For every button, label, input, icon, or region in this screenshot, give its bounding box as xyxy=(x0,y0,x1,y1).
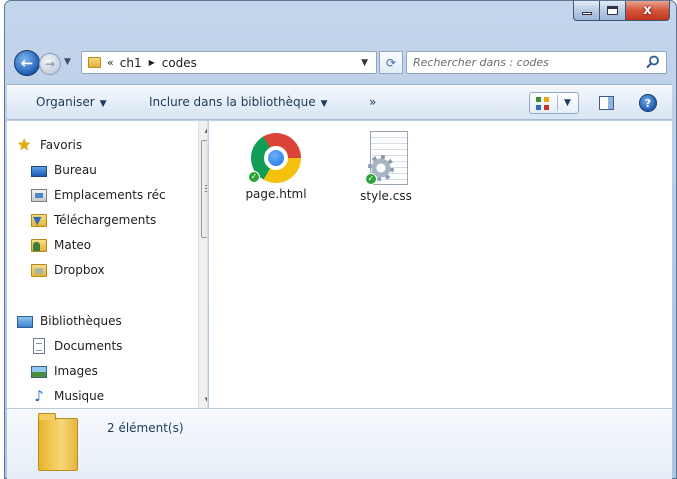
command-bar: Organiser ▼ Inclure dans la bibliothèque ▼… xyxy=(7,84,672,120)
chrome-html-file-icon: ✓ xyxy=(248,133,301,183)
back-button[interactable]: ← xyxy=(14,50,40,76)
more-commands-button[interactable]: » xyxy=(369,95,376,109)
nav-favorites-label: Favoris xyxy=(40,138,83,152)
close-button[interactable]: x xyxy=(626,1,670,21)
file-name: page.html xyxy=(245,187,307,201)
minimize-button[interactable] xyxy=(573,1,600,21)
breadcrumb-overflow[interactable]: « xyxy=(107,56,114,69)
nav-item-label: Documents xyxy=(54,339,123,353)
address-dropdown[interactable]: ▼ xyxy=(361,58,368,68)
images-icon xyxy=(31,366,47,378)
recent-pages-dropdown[interactable]: ▼ xyxy=(64,57,71,67)
nav-item-label: Téléchargements xyxy=(54,213,157,227)
help-button[interactable]: ? xyxy=(639,94,657,112)
folder-icon xyxy=(88,57,101,68)
nav-item-label: Musique xyxy=(54,389,105,403)
caption-buttons: x xyxy=(573,1,670,21)
chevron-down-icon: ▼ xyxy=(320,99,328,109)
sync-ok-icon: ✓ xyxy=(248,171,260,183)
close-icon: x xyxy=(643,3,652,18)
sync-ok-icon: ✓ xyxy=(365,173,377,185)
organize-label: Organiser xyxy=(36,95,95,109)
search-icon[interactable] xyxy=(646,55,660,69)
nav-item-documents[interactable]: Documents xyxy=(31,337,122,355)
views-icon xyxy=(536,96,549,110)
scrollbar-thumb[interactable] xyxy=(201,140,207,238)
scroll-up-button[interactable]: ▲ xyxy=(199,121,207,138)
recent-places-icon xyxy=(31,188,47,202)
nav-favorites[interactable]: ★ Favoris xyxy=(17,136,82,154)
music-icon: ♪ xyxy=(34,387,44,405)
scroll-down-button[interactable]: ▼ xyxy=(199,391,207,408)
breadcrumb-codes[interactable]: codes xyxy=(162,56,197,70)
include-in-library-menu[interactable]: Inclure dans la bibliothèque ▼ xyxy=(149,95,328,109)
organize-menu[interactable]: Organiser ▼ xyxy=(36,95,107,109)
file-list: ✓ page.html ✓ style.css xyxy=(209,121,672,408)
breadcrumb-arrow-icon[interactable]: ▶ xyxy=(149,58,155,67)
item-count: 2 élément(s) xyxy=(107,421,184,435)
nav-item-label: Images xyxy=(54,364,98,378)
forward-button[interactable]: → xyxy=(39,53,61,75)
help-icon: ? xyxy=(644,96,652,110)
minimize-icon xyxy=(581,12,592,15)
documents-icon xyxy=(33,338,45,354)
forward-arrow-icon: → xyxy=(44,57,56,71)
libraries-icon xyxy=(17,316,33,328)
navigation-pane: ★ Favoris Bureau Emplacements réc Téléch… xyxy=(7,121,208,408)
nav-item-downloads[interactable]: Téléchargements xyxy=(31,211,156,229)
breadcrumb-ch1[interactable]: ch1 xyxy=(120,56,142,70)
nav-libraries-label: Bibliothèques xyxy=(40,314,122,328)
file-name: style.css xyxy=(360,189,412,203)
view-options-dropdown[interactable]: ▼ xyxy=(564,98,571,108)
dropbox-folder-icon xyxy=(31,264,47,277)
maximize-button[interactable] xyxy=(600,1,626,21)
search-box[interactable] xyxy=(406,51,667,74)
file-item-page-html[interactable]: ✓ page.html xyxy=(231,133,321,201)
nav-item-mateo[interactable]: Mateo xyxy=(31,236,91,254)
navigation-scrollbar[interactable]: ▲ ▼ xyxy=(198,121,207,408)
user-folder-icon xyxy=(31,239,47,252)
downloads-folder-icon xyxy=(31,214,47,227)
nav-item-dropbox[interactable]: Dropbox xyxy=(31,261,105,279)
file-item-style-css[interactable]: ✓ style.css xyxy=(341,131,431,203)
back-arrow-icon: ← xyxy=(20,54,34,72)
desktop-icon xyxy=(31,166,47,177)
refresh-button[interactable]: ⟳ xyxy=(379,51,403,74)
nav-item-label: Emplacements réc xyxy=(54,188,166,202)
include-label: Inclure dans la bibliothèque xyxy=(149,95,316,109)
css-file-icon: ✓ xyxy=(364,131,408,187)
folder-icon xyxy=(38,413,78,471)
nav-libraries[interactable]: Bibliothèques xyxy=(17,312,122,330)
nav-item-label: Bureau xyxy=(54,163,97,177)
nav-item-label: Dropbox xyxy=(54,263,105,277)
maximize-icon xyxy=(607,6,618,15)
nav-item-bureau[interactable]: Bureau xyxy=(31,161,97,179)
address-bar[interactable]: « ch1 ▶ codes ▼ xyxy=(81,51,377,74)
nav-item-music[interactable]: ♪ Musique xyxy=(31,387,104,405)
preview-pane-button[interactable] xyxy=(599,96,614,110)
star-icon: ★ xyxy=(17,135,32,154)
nav-item-label: Mateo xyxy=(54,238,92,252)
search-input[interactable] xyxy=(407,52,639,73)
refresh-icon: ⟳ xyxy=(385,55,397,70)
more-label: » xyxy=(369,95,377,109)
details-pane: 2 élément(s) xyxy=(7,408,672,479)
nav-item-recent-places[interactable]: Emplacements réc xyxy=(31,186,166,204)
nav-item-images[interactable]: Images xyxy=(31,362,98,380)
chevron-down-icon: ▼ xyxy=(99,99,107,109)
change-view-button[interactable]: ▼ xyxy=(529,92,579,114)
